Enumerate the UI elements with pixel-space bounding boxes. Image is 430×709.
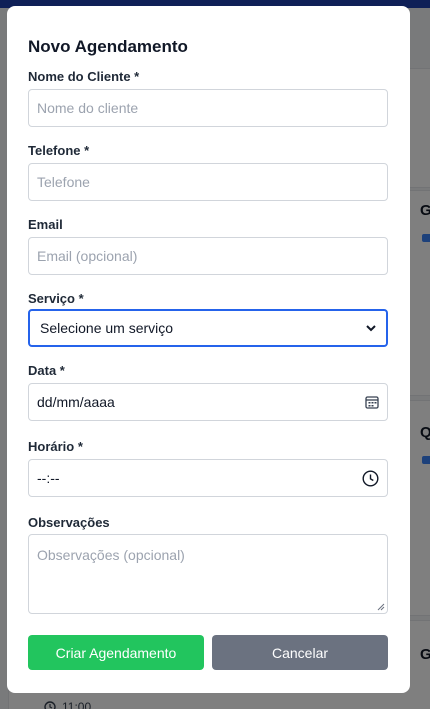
client-name-input[interactable]: Nome do cliente xyxy=(28,89,388,127)
phone-input[interactable]: Telefone xyxy=(28,163,388,201)
notes-label: Observações xyxy=(28,515,110,530)
time-label: Horário * xyxy=(28,439,83,454)
date-value: dd/mm/aaaa xyxy=(37,394,115,410)
date-label: Data * xyxy=(28,363,65,378)
notes-placeholder: Observações (opcional) xyxy=(37,547,185,563)
email-placeholder: Email (opcional) xyxy=(37,248,138,264)
clock-icon[interactable] xyxy=(362,469,379,487)
chevron-down-icon xyxy=(366,324,376,331)
modal-title: Novo Agendamento xyxy=(28,37,188,56)
phone-placeholder: Telefone xyxy=(37,174,90,190)
service-label: Serviço * xyxy=(28,291,84,306)
phone-label: Telefone * xyxy=(28,143,90,158)
calendar-icon[interactable] xyxy=(365,395,379,409)
service-selected-value: Selecione um serviço xyxy=(40,320,174,336)
client-name-placeholder: Nome do cliente xyxy=(37,100,139,116)
email-label: Email xyxy=(28,217,63,232)
service-select[interactable]: Selecione um serviço xyxy=(28,309,388,347)
new-appointment-modal: Novo Agendamento Nome do Cliente * Nome … xyxy=(7,6,410,693)
email-input[interactable]: Email (opcional) xyxy=(28,237,388,275)
time-input[interactable]: --:-- xyxy=(28,459,388,497)
client-name-label: Nome do Cliente * xyxy=(28,69,140,84)
resize-grip-icon[interactable] xyxy=(377,603,385,611)
notes-textarea[interactable]: Observações (opcional) xyxy=(28,534,388,614)
date-input[interactable]: dd/mm/aaaa xyxy=(28,383,388,421)
cancel-button[interactable]: Cancelar xyxy=(212,635,388,670)
time-value: --:-- xyxy=(37,470,60,486)
create-appointment-button[interactable]: Criar Agendamento xyxy=(28,635,204,670)
